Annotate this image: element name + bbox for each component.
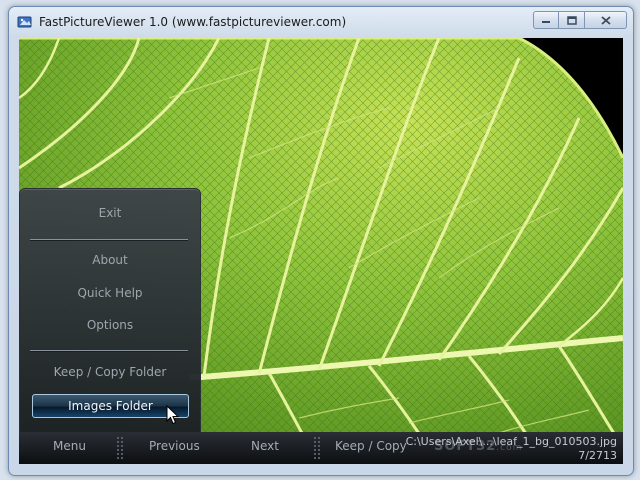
menu-keep-copy-folder[interactable]: Keep / Copy Folder — [20, 365, 200, 379]
next-button[interactable]: Next — [251, 439, 279, 453]
menu-separator — [30, 239, 188, 240]
keep-copy-button[interactable]: Keep / Copy — [335, 439, 407, 453]
menu-button[interactable]: Menu — [53, 439, 86, 453]
mouse-cursor-icon — [166, 405, 180, 425]
menu-separator — [30, 350, 188, 351]
close-icon — [600, 15, 611, 25]
maximize-button[interactable] — [559, 11, 585, 29]
title-bar[interactable]: FastPictureViewer 1.0 (www.fastpicturevi… — [9, 7, 633, 37]
window-title: FastPictureViewer 1.0 (www.fastpicturevi… — [39, 15, 347, 29]
toolbar-grip — [116, 436, 124, 460]
app-window: FastPictureViewer 1.0 (www.fastpicturevi… — [8, 6, 634, 476]
bottom-toolbar: Menu Previous Next Keep / Copy SOFT32.co… — [19, 432, 623, 464]
menu-about[interactable]: About — [20, 253, 200, 267]
image-viewport[interactable]: Exit About Quick Help Options Keep / Cop… — [19, 38, 623, 464]
toolbar-grip — [313, 436, 321, 460]
file-path: C:\Users\Axel\...\leaf_1_bg_010503.jpg — [405, 435, 617, 448]
maximize-icon — [566, 15, 577, 25]
menu-options[interactable]: Options — [20, 318, 200, 332]
close-button[interactable] — [585, 11, 627, 29]
menu-quick-help[interactable]: Quick Help — [20, 286, 200, 300]
previous-button[interactable]: Previous — [149, 439, 200, 453]
minimize-button[interactable] — [533, 11, 559, 29]
window-controls — [533, 11, 627, 29]
menu-exit[interactable]: Exit — [20, 206, 200, 220]
minimize-icon — [542, 21, 550, 23]
image-counter: 7/2713 — [578, 449, 617, 462]
app-icon — [17, 16, 32, 28]
main-menu-panel: Exit About Quick Help Options Keep / Cop… — [19, 188, 201, 434]
